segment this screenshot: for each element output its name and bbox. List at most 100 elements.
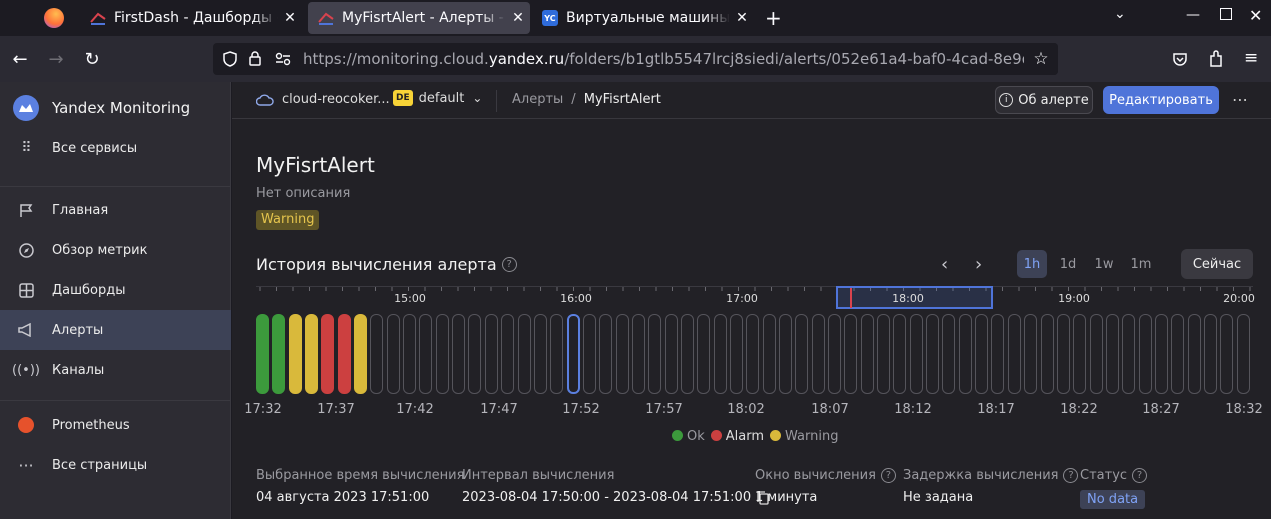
- back-arrow-icon[interactable]: ←: [8, 47, 32, 71]
- history-bar[interactable]: [1187, 314, 1201, 394]
- folder-selector[interactable]: DE default ⌄: [393, 90, 482, 106]
- history-bar[interactable]: [403, 314, 417, 394]
- history-bar[interactable]: [1024, 314, 1038, 394]
- close-tab-icon[interactable]: ✕: [278, 10, 302, 26]
- browser-tab-alert[interactable]: MyFisrtAlert - Алерты - Yandex Monitorin…: [308, 2, 530, 34]
- range-1m-button[interactable]: 1m: [1125, 250, 1157, 278]
- history-bar[interactable]: [1154, 314, 1168, 394]
- history-bar[interactable]: [533, 314, 547, 394]
- history-bar[interactable]: [680, 314, 694, 394]
- history-bar[interactable]: [909, 314, 923, 394]
- history-bar[interactable]: [713, 314, 727, 394]
- history-bar[interactable]: [811, 314, 825, 394]
- sidebar-item-alerts[interactable]: Алерты: [0, 310, 231, 350]
- edit-button[interactable]: Редактировать: [1103, 86, 1219, 114]
- help-icon[interactable]: ?: [1132, 468, 1148, 483]
- history-bar[interactable]: [697, 314, 711, 394]
- history-bar[interactable]: [484, 314, 498, 394]
- history-bar[interactable]: [1138, 314, 1152, 394]
- history-bar[interactable]: [550, 314, 564, 394]
- history-bar[interactable]: [746, 314, 760, 394]
- cloud-selector[interactable]: cloud-reocoker...: [256, 92, 390, 107]
- sidebar-item-all-services[interactable]: ⠿ Все сервисы: [0, 128, 231, 168]
- help-icon[interactable]: ?: [501, 257, 517, 272]
- close-tab-icon[interactable]: ✕: [506, 10, 530, 26]
- history-bar[interactable]: [615, 314, 629, 394]
- firefox-icon[interactable]: [44, 8, 64, 28]
- history-bar[interactable]: [958, 314, 972, 394]
- sidebar-item-metrics[interactable]: Обзор метрик: [0, 230, 231, 270]
- history-bar[interactable]: [517, 314, 531, 394]
- sidebar-item-prometheus[interactable]: Prometheus: [0, 405, 231, 445]
- history-bar[interactable]: [779, 314, 793, 394]
- history-bar[interactable]: [729, 314, 743, 394]
- sidebar-item-dashboards[interactable]: Дашборды: [0, 270, 231, 310]
- history-bar[interactable]: [991, 314, 1005, 394]
- history-bar[interactable]: [501, 314, 515, 394]
- permissions-icon[interactable]: [275, 52, 291, 66]
- history-bar[interactable]: [435, 314, 449, 394]
- history-bar[interactable]: [648, 314, 662, 394]
- history-bar[interactable]: [942, 314, 956, 394]
- history-bar[interactable]: [631, 314, 645, 394]
- history-bar[interactable]: [1040, 314, 1054, 394]
- history-bar[interactable]: [1073, 314, 1087, 394]
- history-bar[interactable]: [664, 314, 678, 394]
- more-actions-icon[interactable]: ⋯: [1232, 90, 1248, 109]
- help-icon[interactable]: ?: [1063, 468, 1079, 483]
- history-bar[interactable]: [1056, 314, 1070, 394]
- history-bar[interactable]: [860, 314, 874, 394]
- bookmark-star-icon[interactable]: ☆: [1024, 43, 1058, 75]
- history-bar[interactable]: [256, 314, 269, 394]
- history-bar[interactable]: [926, 314, 940, 394]
- history-bar[interactable]: [1171, 314, 1185, 394]
- minimize-window-icon[interactable]: —: [1186, 7, 1200, 23]
- history-bar[interactable]: [877, 314, 891, 394]
- chevron-left-icon[interactable]: ‹: [941, 254, 948, 275]
- history-bar[interactable]: [1203, 314, 1217, 394]
- history-bar[interactable]: [828, 314, 842, 394]
- legend-item-warning[interactable]: Warning: [770, 429, 838, 444]
- history-bar[interactable]: [762, 314, 776, 394]
- range-1h-button[interactable]: 1h: [1017, 250, 1047, 278]
- sidebar-logo[interactable]: Yandex Monitoring: [0, 88, 231, 128]
- close-tab-icon[interactable]: ✕: [730, 10, 754, 26]
- lock-icon[interactable]: [249, 51, 261, 66]
- history-bar[interactable]: [1236, 314, 1250, 394]
- timeline-overview[interactable]: 15:00 16:00 17:00 18:00 19:00 20:00: [256, 286, 1255, 310]
- new-tab-button[interactable]: +: [765, 6, 782, 30]
- history-bar[interactable]: [452, 314, 466, 394]
- menu-hamburger-icon[interactable]: ≡: [1244, 48, 1258, 68]
- extensions-icon[interactable]: [1208, 50, 1224, 68]
- history-bar[interactable]: [844, 314, 858, 394]
- maximize-window-icon[interactable]: [1220, 8, 1232, 20]
- legend-item-ok[interactable]: Ok: [672, 429, 705, 444]
- help-icon[interactable]: ?: [880, 468, 896, 483]
- chevron-right-icon[interactable]: ›: [975, 254, 982, 275]
- sidebar-item-channels[interactable]: ((•)) Каналы: [0, 350, 231, 390]
- tab-list-chevron-icon[interactable]: ⌄: [1114, 6, 1126, 22]
- history-bar[interactable]: [321, 314, 335, 394]
- history-bar[interactable]: [288, 314, 302, 394]
- history-bar[interactable]: [337, 314, 351, 394]
- history-bar[interactable]: [272, 314, 286, 394]
- range-1w-button[interactable]: 1w: [1089, 250, 1119, 278]
- history-bar[interactable]: [1089, 314, 1103, 394]
- history-bar[interactable]: [419, 314, 433, 394]
- breadcrumb-alerts[interactable]: Алерты: [512, 92, 563, 107]
- history-bar[interactable]: [1122, 314, 1136, 394]
- history-bar[interactable]: [893, 314, 907, 394]
- url-bar[interactable]: https://monitoring.cloud.yandex.ru/folde…: [213, 43, 1058, 75]
- now-button[interactable]: Сейчас: [1181, 249, 1253, 279]
- history-bar[interactable]: [1007, 314, 1021, 394]
- history-bar[interactable]: [386, 314, 400, 394]
- about-alert-button[interactable]: i Об алерте: [995, 86, 1093, 114]
- history-bar[interactable]: [370, 314, 384, 394]
- history-bar[interactable]: [305, 314, 319, 394]
- history-bar[interactable]: [975, 314, 989, 394]
- close-window-icon[interactable]: ✕: [1249, 6, 1262, 25]
- history-bar[interactable]: [566, 314, 580, 394]
- history-bar[interactable]: [795, 314, 809, 394]
- shield-icon[interactable]: [223, 51, 237, 67]
- history-bar[interactable]: [354, 314, 368, 394]
